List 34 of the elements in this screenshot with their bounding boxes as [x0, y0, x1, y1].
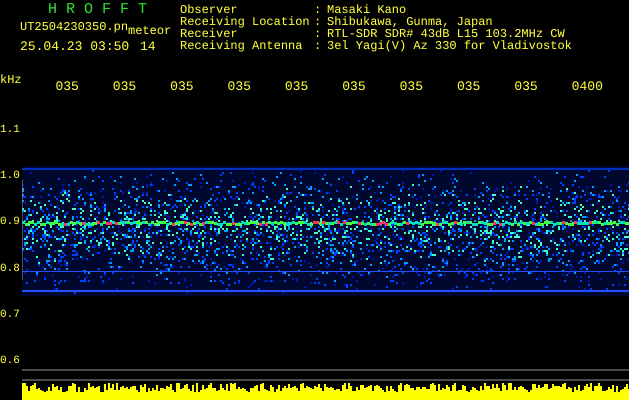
time-label: 035 [228, 80, 251, 94]
time-label: 0400 [572, 80, 603, 94]
time-label: 035 [284, 80, 308, 94]
separator: : [314, 28, 322, 40]
file-name: UT2504230350.pn [20, 20, 128, 34]
axis-label: 0.9 [0, 215, 20, 230]
axis-label: 0.6 [0, 354, 20, 368]
info-label: Receiving Antenna [180, 40, 304, 52]
time-label: 035 [400, 80, 423, 94]
time-label: 035 [112, 80, 136, 94]
time-label: 035 [342, 80, 366, 94]
info-label: Receiver [180, 28, 238, 40]
time-label: 035 [456, 80, 480, 94]
time-label: 035 [170, 80, 194, 94]
date-time: 25.04.23 03:50 [20, 40, 130, 54]
info-value: RTL-SDR SDR# 43dB L15 103.2MHz CW [327, 28, 565, 40]
axis-label: 1.0 [0, 169, 20, 184]
time-label: 035 [514, 80, 538, 94]
separator: : [314, 4, 322, 16]
count: 14 [140, 40, 156, 54]
time-label: 035 [55, 80, 79, 94]
app-title: H R O F F T [47, 2, 148, 18]
info-value: Shibukawa, Gunma, Japan [327, 16, 493, 28]
info-value: 3el Yagi(V) Az 330 for Vladivostok [327, 40, 572, 52]
separator: : [314, 16, 322, 28]
unit-label: kHz [0, 74, 23, 86]
info-label: Observer [180, 4, 238, 16]
file-tag: meteor [128, 24, 172, 38]
axis-label: 0.7 [0, 308, 20, 322]
info-label: Receiving Location [180, 16, 311, 28]
axis-label: 0.8 [0, 262, 20, 276]
info-value: Masaki Kano [327, 4, 406, 16]
axis-label: 1.1 [0, 123, 20, 137]
separator: : [314, 40, 322, 52]
